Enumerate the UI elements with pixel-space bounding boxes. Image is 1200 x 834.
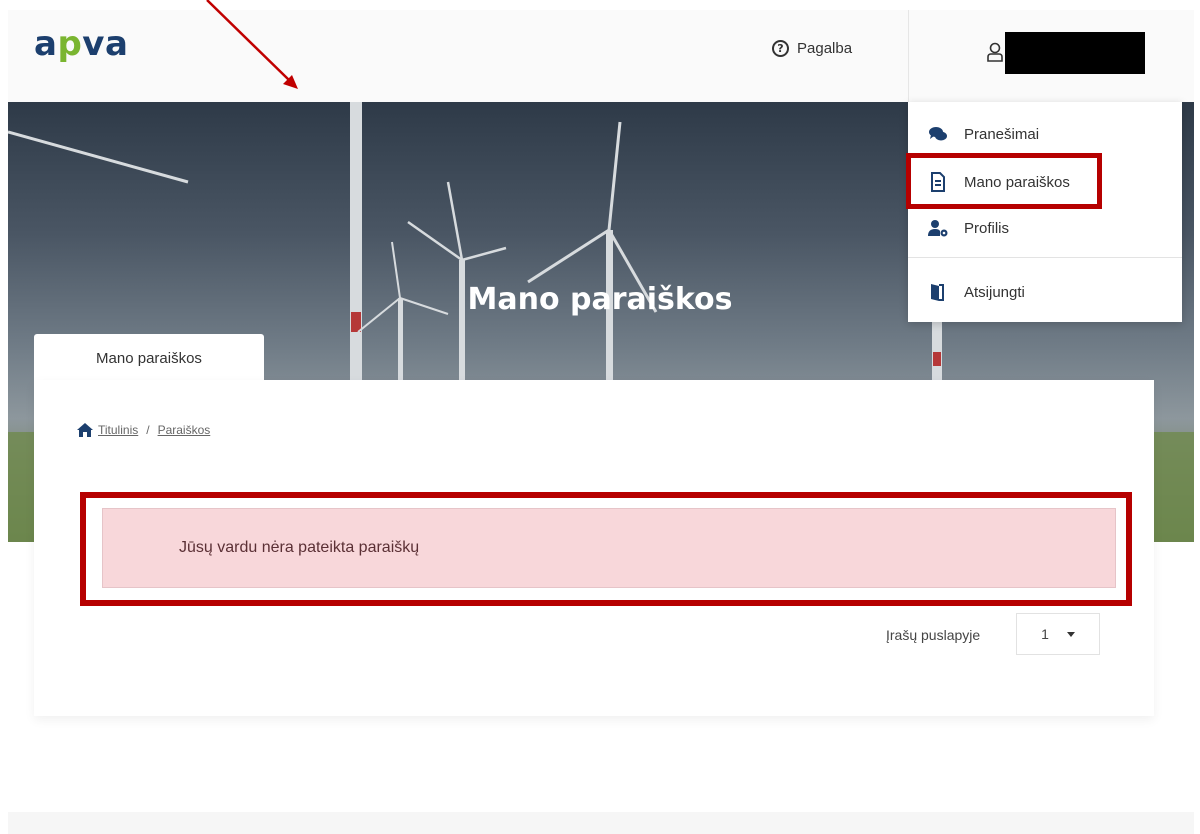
menu-item-notifications[interactable]: Pranešimai — [908, 112, 1182, 156]
apva-logo[interactable]: apva — [34, 24, 128, 64]
redacted-username — [1005, 32, 1145, 74]
annotation-highlight-menu-item — [906, 153, 1102, 209]
breadcrumb-current-link[interactable]: Paraiškos — [158, 423, 211, 437]
user-settings-icon — [928, 220, 948, 237]
menu-item-logout[interactable]: Atsijungti — [908, 270, 1182, 314]
breadcrumb-home-link[interactable]: Titulinis — [98, 423, 138, 437]
menu-item-label: Profilis — [964, 219, 1010, 237]
chat-bubbles-icon — [929, 127, 947, 141]
menu-item-label: Pranešimai — [964, 125, 1040, 143]
user-icon — [987, 42, 1003, 62]
footer-strip — [8, 812, 1194, 834]
door-exit-icon — [931, 284, 944, 301]
tab-my-applications[interactable]: Mano paraiškos — [34, 334, 264, 382]
breadcrumb-separator: / — [146, 423, 150, 437]
home-icon[interactable] — [76, 422, 94, 438]
menu-item-profile[interactable]: Profilis — [908, 206, 1182, 250]
help-label: Pagalba — [797, 40, 853, 57]
user-menu-toggle[interactable] — [908, 10, 1194, 102]
question-circle-icon: ? — [772, 40, 789, 57]
annotation-highlight-alert — [80, 492, 1132, 606]
content-card: Titulinis / Paraiškos Jūsų vardu nėra pa… — [34, 380, 1154, 716]
per-page-value: 1 — [1041, 626, 1049, 642]
caret-down-icon — [1066, 631, 1075, 637]
per-page-select[interactable]: 1 — [1016, 613, 1100, 655]
top-header: apva ? Pagalba — [8, 10, 1194, 102]
user-dropdown-menu: Pranešimai Mano paraiškos Profilis Atsij… — [908, 102, 1182, 322]
menu-item-label: Atsijungti — [964, 283, 1025, 301]
breadcrumb: Titulinis / Paraiškos — [76, 422, 210, 438]
per-page-label: Įrašų puslapyje — [886, 627, 981, 643]
menu-divider — [908, 257, 1182, 258]
help-link[interactable]: ? Pagalba — [772, 40, 852, 57]
